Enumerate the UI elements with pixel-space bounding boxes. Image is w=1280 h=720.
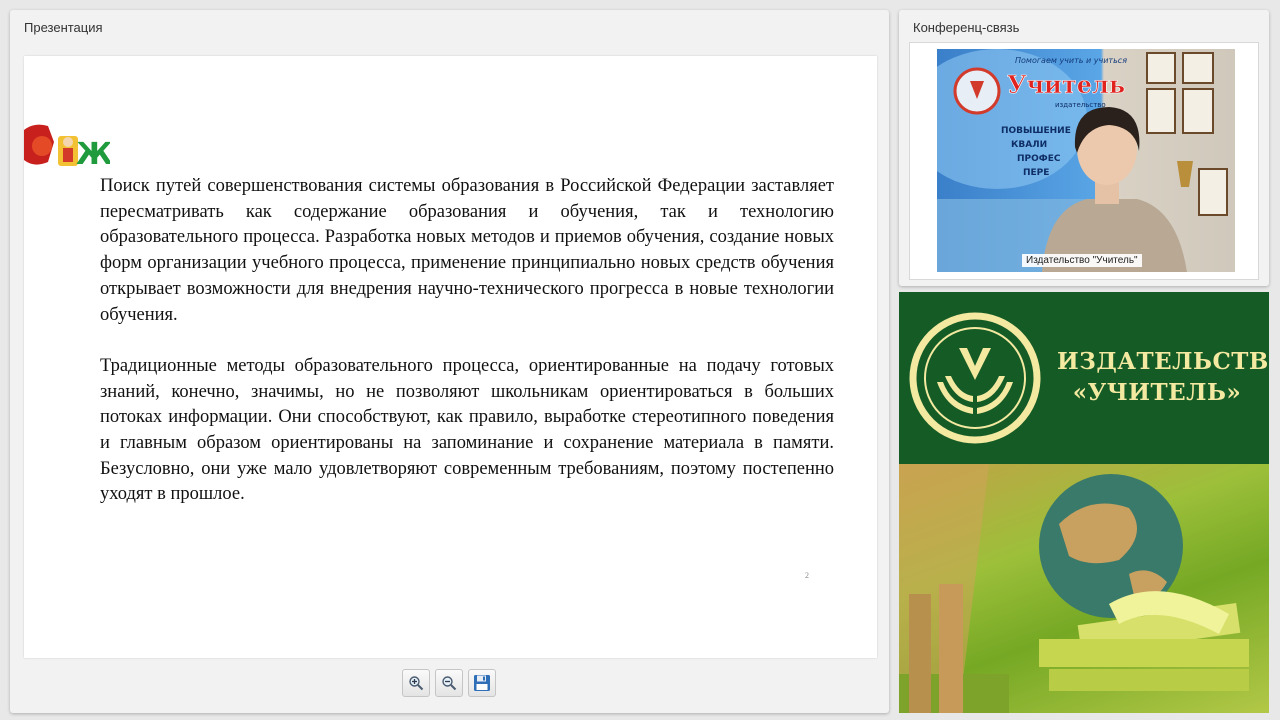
backdrop-item: КВАЛИ: [1011, 140, 1047, 150]
presentation-panel: Презентация Ж Поиск путей совершенствова…: [10, 10, 889, 713]
video-scene: Помогаем учить и учиться Учитель издател…: [937, 49, 1228, 272]
zoom-out-button[interactable]: [435, 669, 463, 697]
slide-toolbar: [402, 669, 496, 697]
backdrop-item: ПЕРЕ: [1023, 168, 1049, 178]
publisher-name: ИЗДАТЕЛЬСТВО «УЧИТЕЛЬ»: [1057, 346, 1269, 408]
obzh-logo: Ж: [24, 124, 110, 172]
floppy-disk-icon: [474, 675, 490, 691]
zoom-in-icon: [409, 676, 424, 691]
slide-page-number: 2: [805, 571, 809, 580]
zoom-out-icon: [442, 676, 457, 691]
backdrop-item: ПРОФЕС: [1017, 154, 1061, 164]
save-button[interactable]: [468, 669, 496, 697]
publisher-name-line2: «УЧИТЕЛЬ»: [1072, 379, 1242, 406]
slide-paragraph: Традиционные методы образовательного про…: [100, 355, 834, 505]
conference-panel: Конференц-связь Помогаем учить и учиться…: [899, 10, 1269, 286]
banner-header: ИЗДАТЕЛЬСТВО «УЧИТЕЛЬ»: [899, 292, 1269, 464]
banner-image: [899, 464, 1269, 713]
presentation-title: Презентация: [24, 20, 103, 35]
participant-label: Издательство "Учитель": [1022, 254, 1142, 267]
publisher-name-line1: ИЗДАТЕЛЬСТВО: [1057, 348, 1269, 375]
presentation-slide: Ж Поиск путей совершенствования системы …: [24, 56, 877, 658]
backdrop-item: ПОВЫШЕНИЕ: [1001, 126, 1071, 136]
backdrop-brand-sub: издательство: [1055, 101, 1106, 109]
publisher-emblem-icon: [909, 312, 1041, 444]
publisher-banner: ИЗДАТЕЛЬСТВО «УЧИТЕЛЬ»: [899, 292, 1269, 713]
globe-books-illustration: [899, 464, 1269, 713]
backdrop-brand: Учитель: [1007, 70, 1125, 99]
backdrop-slogan: Помогаем учить и учиться: [1015, 56, 1127, 65]
slide-body: Поиск путей совершенствования системы об…: [100, 174, 834, 508]
webcam-video[interactable]: Помогаем учить и учиться Учитель издател…: [937, 49, 1235, 272]
conference-title: Конференц-связь: [913, 20, 1020, 35]
svg-text:Ж: Ж: [76, 137, 110, 172]
video-frame: Помогаем учить и учиться Учитель издател…: [909, 42, 1259, 280]
slide-paragraph: Поиск путей совершенствования системы об…: [100, 176, 834, 325]
zoom-in-button[interactable]: [402, 669, 430, 697]
